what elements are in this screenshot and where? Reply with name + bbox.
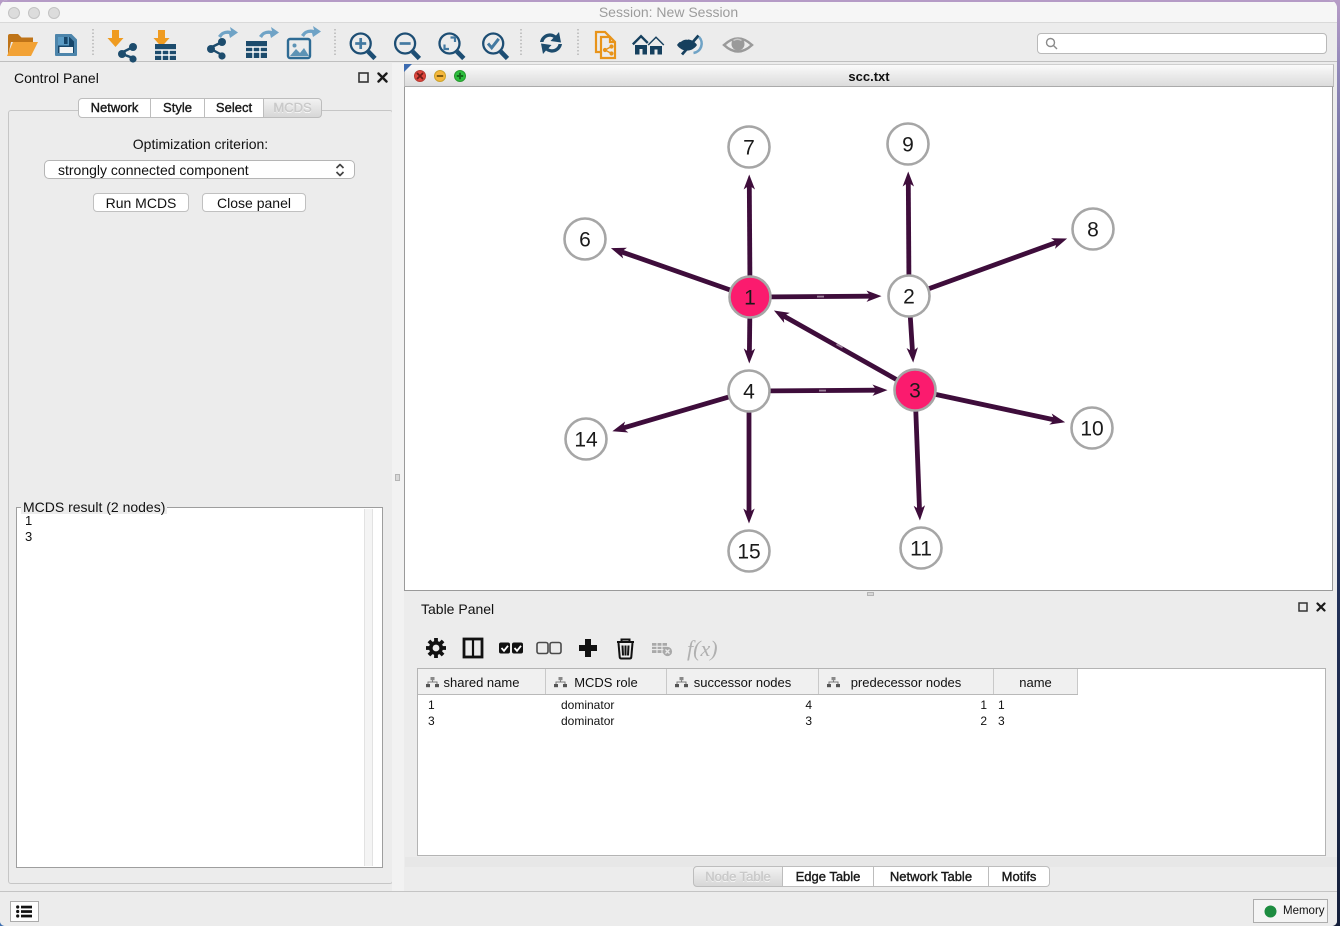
svg-text:15: 15 [737,541,760,564]
svg-text:8: 8 [1087,219,1099,242]
svg-text:2: 2 [903,286,915,309]
svg-text:9: 9 [902,134,914,157]
svg-text:10: 10 [1080,418,1103,441]
svg-text:f(x): f(x) [687,636,718,661]
svg-text:11: 11 [910,538,932,561]
svg-text:14: 14 [574,429,598,452]
svg-text:6: 6 [579,229,591,252]
svg-text:7: 7 [743,137,755,160]
svg-text:3: 3 [909,380,921,403]
svg-text:4: 4 [743,381,755,404]
svg-text:1: 1 [744,287,756,310]
